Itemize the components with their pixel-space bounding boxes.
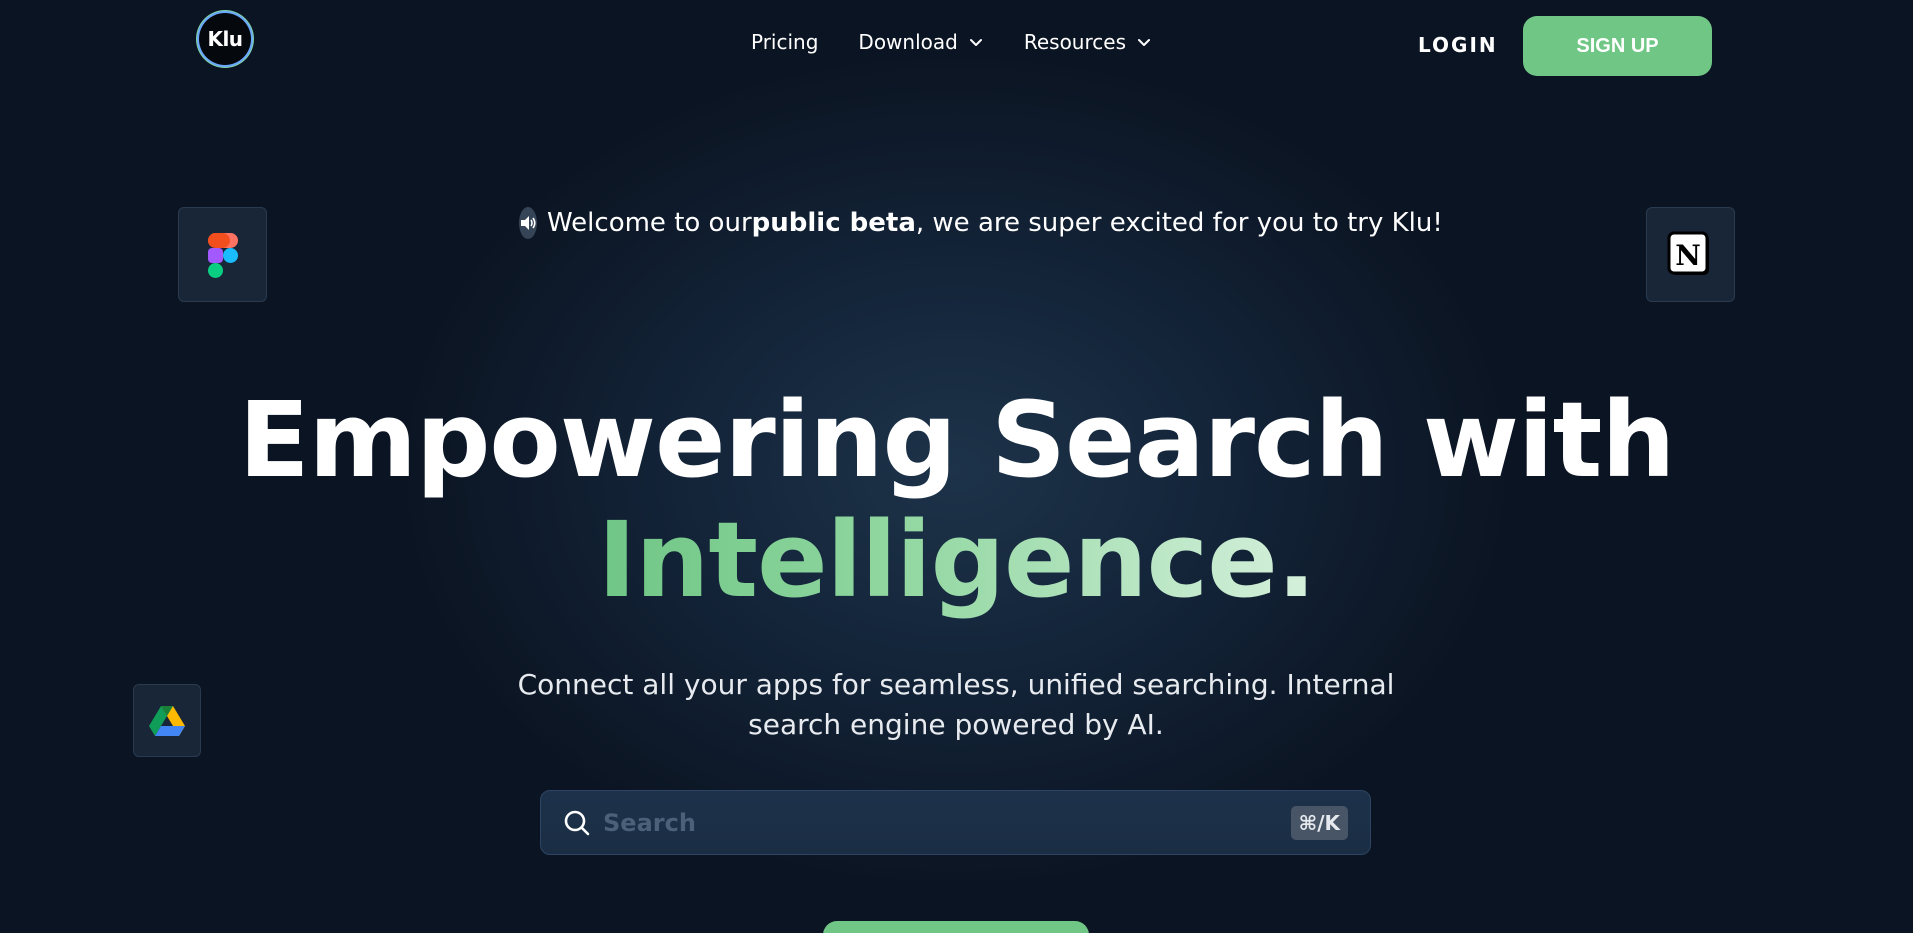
nav-download-label: Download (858, 30, 958, 54)
hero-highlight-text: Intelligence. (597, 499, 1317, 621)
chevron-down-icon (1137, 39, 1150, 46)
hero-subtitle: Connect all your apps for seamless, unif… (506, 665, 1406, 745)
search-bar[interactable]: ⌘/K (540, 790, 1371, 855)
login-button[interactable]: LOGIN (1418, 33, 1498, 57)
cta-button[interactable] (823, 921, 1089, 933)
notion-card: N (1646, 207, 1735, 302)
klu-logo[interactable]: Klu (199, 13, 251, 65)
search-icon (564, 810, 590, 835)
nav-pricing[interactable]: Pricing (751, 30, 818, 54)
google-drive-card (133, 684, 201, 757)
notion-icon: N (1667, 231, 1709, 275)
nav-resources[interactable]: Resources (1024, 30, 1152, 54)
landing-page: Klu Pricing Download Resources LOGIN SIG… (0, 0, 1913, 933)
announcement-banner: Welcome to our public beta, we are super… (519, 207, 1443, 239)
figma-card (178, 207, 267, 302)
announcement-suffix: , we are super excited for you to try Kl… (915, 208, 1443, 238)
speaker-icon (519, 207, 537, 239)
chevron-down-icon (969, 39, 982, 46)
figma-icon (207, 232, 238, 278)
signup-button[interactable]: SIGN UP (1523, 16, 1712, 76)
hero-title: Empowering Search with (238, 379, 1676, 501)
svg-text:N: N (1675, 239, 1701, 272)
hero-subtitle-line-2: search engine powered by AI. (748, 708, 1164, 741)
google-drive-icon (149, 705, 185, 736)
announcement-highlight: public beta (751, 208, 916, 238)
search-shortcut-badge: ⌘/K (1290, 805, 1348, 840)
nav-pricing-label: Pricing (751, 30, 819, 54)
hero-title-highlight: Intelligence. (0, 500, 1913, 620)
nav-resources-label: Resources (1023, 30, 1126, 54)
main-nav: Pricing Download Resources (751, 30, 1192, 54)
announcement-prefix: Welcome to our (547, 208, 752, 238)
hero-subtitle-line-1: Connect all your apps for seamless, unif… (517, 668, 1395, 701)
logo-text: Klu (207, 27, 243, 51)
search-input[interactable] (601, 807, 1291, 838)
nav-download[interactable]: Download (858, 30, 983, 54)
